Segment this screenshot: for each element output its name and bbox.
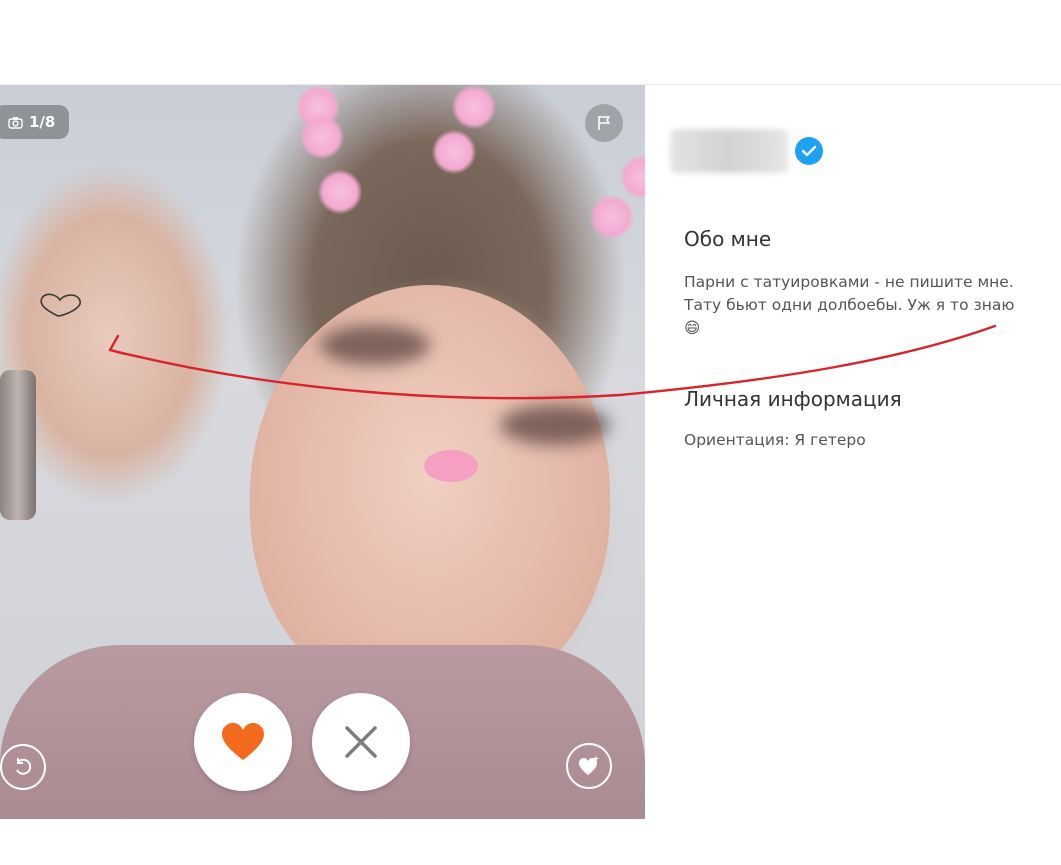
personal-info-title: Личная информация — [684, 387, 902, 411]
close-icon — [345, 726, 377, 758]
profile-name-blurred — [670, 129, 788, 173]
photo-face — [250, 285, 610, 705]
top-bar — [0, 0, 1061, 85]
profile-info-panel — [645, 85, 1061, 819]
nose-filter — [424, 450, 478, 482]
blurred-eye-right — [500, 405, 610, 445]
undo-icon — [16, 758, 32, 775]
orientation-text: Ориентация: Я гетеро — [684, 431, 866, 449]
super-like-button[interactable] — [566, 743, 612, 789]
camera-icon — [8, 116, 23, 129]
flower-filter — [300, 115, 344, 159]
verified-check-icon — [801, 145, 817, 157]
verified-badge — [795, 137, 823, 165]
like-button[interactable] — [194, 693, 292, 791]
flower-filter — [620, 155, 645, 199]
flower-filter — [452, 85, 496, 129]
flower-filter — [590, 195, 634, 239]
photo-counter: 1/8 — [0, 105, 70, 139]
heart-icon — [222, 723, 264, 760]
photo-counter-text: 1/8 — [29, 113, 56, 131]
flower-filter — [432, 130, 476, 174]
photo-hand — [0, 165, 250, 525]
super-like-icon — [579, 756, 599, 775]
tattoo-heart — [40, 293, 81, 317]
report-button[interactable] — [585, 104, 623, 142]
undo-button[interactable] — [0, 744, 46, 790]
about-title: Обо мне — [684, 227, 772, 251]
about-text: Парни с татуировками - не пишите мне. Та… — [684, 273, 1015, 337]
wristwatch — [0, 370, 36, 520]
flag-icon — [598, 116, 611, 130]
blurred-eye-left — [320, 325, 430, 365]
pass-button[interactable] — [312, 693, 410, 791]
flower-filter — [318, 170, 362, 214]
profile-photo[interactable] — [0, 85, 645, 819]
